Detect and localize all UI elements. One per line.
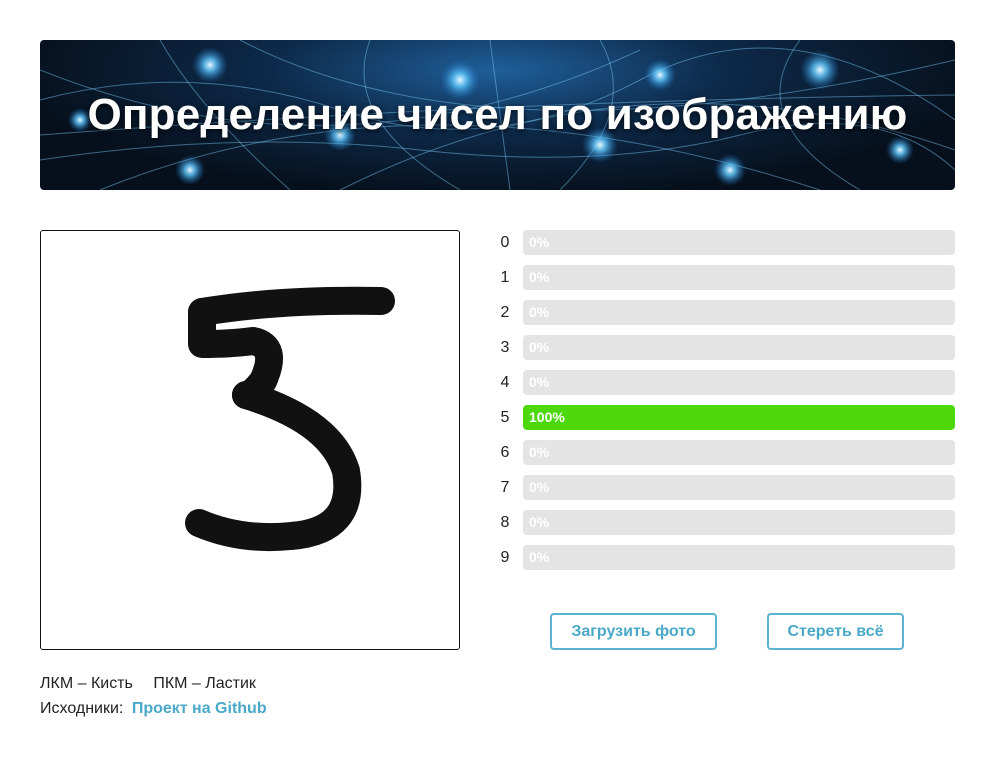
prediction-row: 7 0% xyxy=(495,475,955,500)
probability-bar: 0% xyxy=(523,440,955,465)
github-link[interactable]: Проект на Github xyxy=(132,700,267,717)
probability-label: 0% xyxy=(529,549,550,565)
source-line: Исходники: Проект на Github xyxy=(40,700,267,718)
left-click-hint: ЛКМ – Кисть xyxy=(40,675,133,692)
prediction-digit: 6 xyxy=(500,444,510,461)
probability-label: 0% xyxy=(529,444,550,460)
probability-bar: 100% xyxy=(523,405,955,430)
probability-bar: 0% xyxy=(523,300,955,325)
probability-bar: 0% xyxy=(523,475,955,500)
probability-label: 0% xyxy=(529,234,550,250)
controls-hint: ЛКМ – Кисть ПКМ – Ластик xyxy=(40,675,272,693)
prediction-row: 2 0% xyxy=(495,300,955,325)
probability-bar-fill xyxy=(523,405,955,430)
prediction-digit: 2 xyxy=(500,304,510,321)
source-label: Исходники: xyxy=(40,700,124,717)
prediction-row: 5 100% xyxy=(495,405,955,430)
prediction-digit: 0 xyxy=(500,234,510,251)
probability-label: 100% xyxy=(529,409,565,425)
prediction-row: 0 0% xyxy=(495,230,955,255)
prediction-row: 1 0% xyxy=(495,265,955,290)
prediction-row: 8 0% xyxy=(495,510,955,535)
prediction-row: 6 0% xyxy=(495,440,955,465)
prediction-row: 9 0% xyxy=(495,545,955,570)
handwritten-five-icon xyxy=(185,286,395,552)
probability-label: 0% xyxy=(529,304,550,320)
right-click-hint: ПКМ – Ластик xyxy=(153,675,256,692)
page-title: Определение чисел по изображению xyxy=(87,90,908,139)
drawing-canvas[interactable] xyxy=(40,230,460,650)
probability-label: 0% xyxy=(529,339,550,355)
probability-bar: 0% xyxy=(523,510,955,535)
upload-photo-button[interactable]: Загрузить фото xyxy=(550,613,717,650)
probability-label: 0% xyxy=(529,374,550,390)
probability-label: 0% xyxy=(529,514,550,530)
clear-all-button[interactable]: Стереть всё xyxy=(767,613,904,650)
prediction-digit: 7 xyxy=(500,479,510,496)
prediction-row: 3 0% xyxy=(495,335,955,360)
header-banner: Определение чисел по изображению xyxy=(40,40,955,190)
prediction-digit: 8 xyxy=(500,514,510,531)
prediction-list: 0 0% 1 0% 2 0% 3 0% 4 0% 5 100% 6 0% 7 0% 8 0% 9 0% xyxy=(495,230,955,580)
prediction-row: 4 0% xyxy=(495,370,955,395)
prediction-digit: 5 xyxy=(500,409,510,426)
prediction-digit: 4 xyxy=(500,374,510,391)
probability-bar: 0% xyxy=(523,265,955,290)
probability-bar: 0% xyxy=(523,370,955,395)
probability-label: 0% xyxy=(529,269,550,285)
probability-bar: 0% xyxy=(523,545,955,570)
prediction-digit: 1 xyxy=(500,269,510,286)
probability-label: 0% xyxy=(529,479,550,495)
probability-bar: 0% xyxy=(523,335,955,360)
prediction-digit: 3 xyxy=(500,339,510,356)
probability-bar: 0% xyxy=(523,230,955,255)
prediction-digit: 9 xyxy=(500,549,510,566)
